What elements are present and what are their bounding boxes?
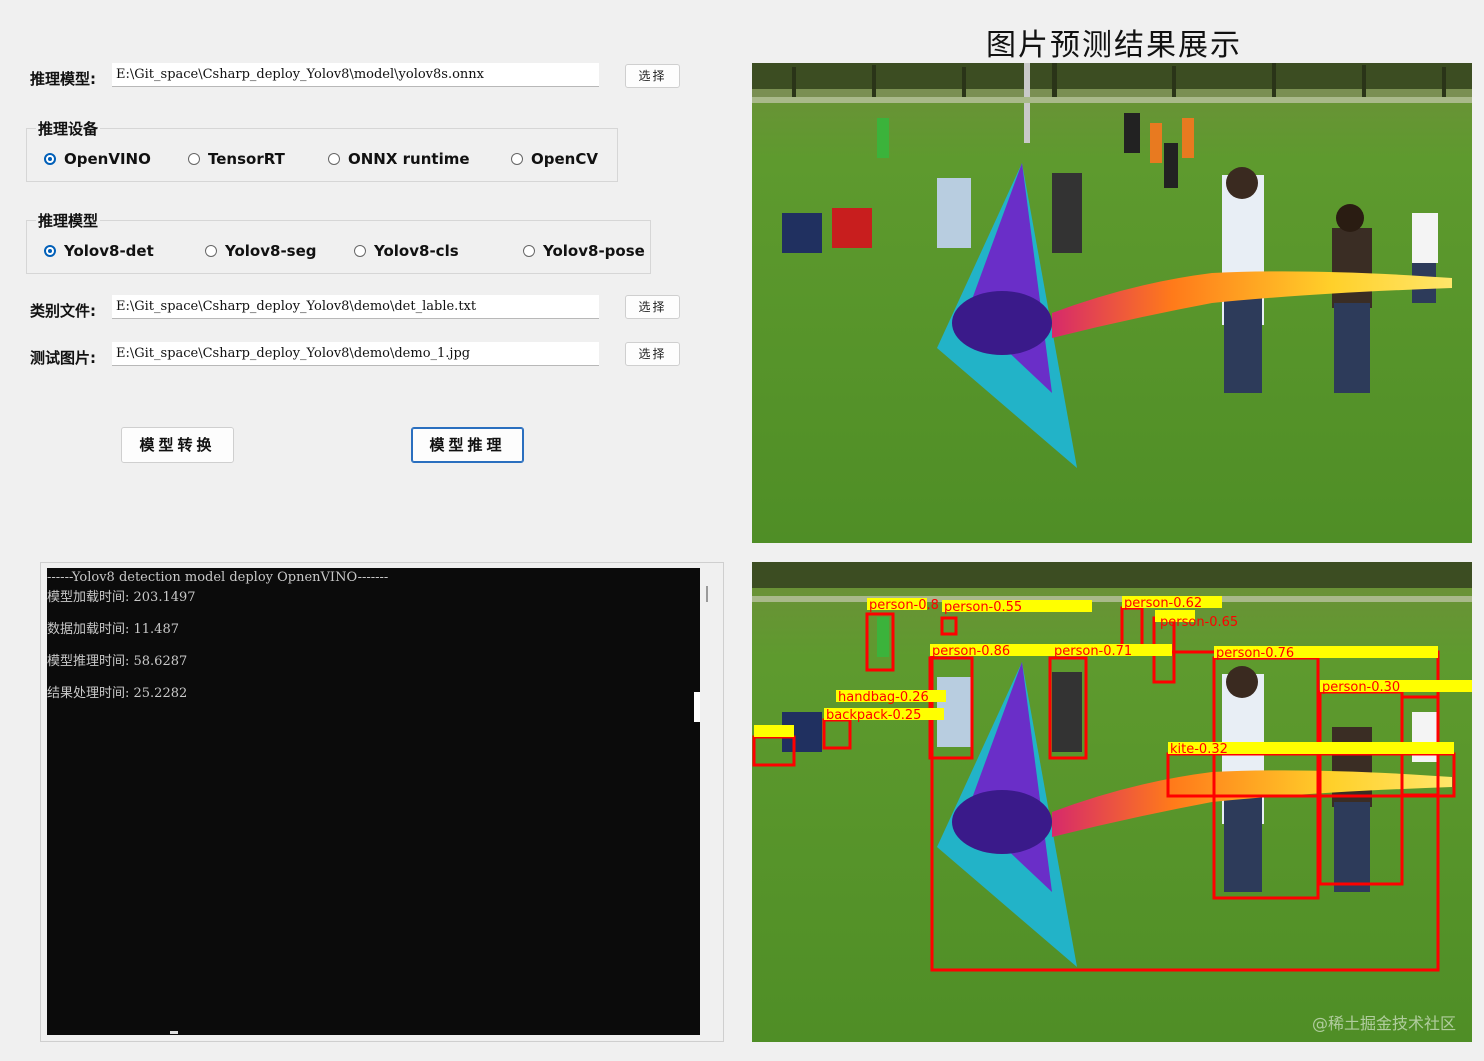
class-file-input[interactable]: E:\Git_space\Csharp_deploy_Yolov8\demo\d… bbox=[112, 295, 599, 319]
model-convert-button[interactable]: 模型转换 bbox=[121, 427, 234, 463]
radio-unchecked-icon bbox=[205, 245, 217, 257]
result-title: 图片预测结果展示 bbox=[986, 28, 1242, 63]
device-group-title: 推理设备 bbox=[36, 118, 101, 139]
watermark: @稀土掘金技术社区 bbox=[1311, 1014, 1456, 1033]
radio-label: OpenVINO bbox=[64, 150, 151, 168]
radio-opencv[interactable]: OpenCV bbox=[511, 150, 598, 168]
radio-label: Yolov8-det bbox=[64, 242, 154, 260]
det-label-text: handbag-0.26 bbox=[838, 690, 929, 705]
det-label-text: kite-0.32 bbox=[1170, 742, 1228, 757]
console-output: ------Yolov8 detection model deploy Opne… bbox=[47, 568, 700, 1035]
console-scrollbar-thumb[interactable] bbox=[706, 586, 708, 602]
radio-label: Yolov8-seg bbox=[225, 242, 317, 260]
det-label-text: person-0.62 bbox=[1124, 596, 1202, 611]
class-file-label: 类别文件: bbox=[30, 302, 96, 320]
select-class-file-button[interactable]: 选择 bbox=[625, 295, 680, 319]
model-infer-button[interactable]: 模型推理 bbox=[411, 427, 524, 463]
model-path-label: 推理模型: bbox=[30, 70, 96, 88]
det-label-text: person-0.8 bbox=[869, 598, 939, 613]
radio-label: ONNX runtime bbox=[348, 150, 470, 168]
console-cursor bbox=[170, 1031, 178, 1034]
select-model-button[interactable]: 选择 bbox=[625, 64, 680, 88]
model-type-group-title: 推理模型 bbox=[36, 210, 101, 231]
radio-onnx-runtime[interactable]: ONNX runtime bbox=[328, 150, 470, 168]
test-image-label: 测试图片: bbox=[30, 349, 96, 367]
radio-unchecked-icon bbox=[188, 153, 200, 165]
radio-unchecked-icon bbox=[511, 153, 523, 165]
original-image bbox=[752, 63, 1472, 543]
radio-yolov8-pose[interactable]: Yolov8-pose bbox=[523, 242, 645, 260]
radio-unchecked-icon bbox=[523, 245, 535, 257]
result-image: person-0.76 kite-0.32 person-0.86 person… bbox=[752, 562, 1472, 1042]
test-image-input[interactable]: E:\Git_space\Csharp_deploy_Yolov8\demo\d… bbox=[112, 342, 599, 366]
radio-unchecked-icon bbox=[354, 245, 366, 257]
model-path-input[interactable]: E:\Git_space\Csharp_deploy_Yolov8\model\… bbox=[112, 63, 599, 87]
radio-openvino[interactable]: OpenVINO bbox=[44, 150, 151, 168]
radio-yolov8-seg[interactable]: Yolov8-seg bbox=[205, 242, 317, 260]
radio-unchecked-icon bbox=[328, 153, 340, 165]
det-label-text: person-0.76 bbox=[1216, 646, 1294, 661]
console-caret-marker bbox=[694, 692, 700, 722]
det-label-text: person-0.86 bbox=[932, 644, 1010, 659]
select-test-image-button[interactable]: 选择 bbox=[625, 342, 680, 366]
det-label-text: person-0.55 bbox=[944, 600, 1022, 615]
radio-label: OpenCV bbox=[531, 150, 598, 168]
det-label-text: person-0.71 bbox=[1054, 644, 1132, 659]
radio-label: TensorRT bbox=[208, 150, 285, 168]
radio-yolov8-det[interactable]: Yolov8-det bbox=[44, 242, 154, 260]
radio-checked-icon bbox=[44, 153, 56, 165]
det-label-text: person-0.65 bbox=[1160, 615, 1238, 630]
radio-label: Yolov8-pose bbox=[543, 242, 645, 260]
radio-tensorrt[interactable]: TensorRT bbox=[188, 150, 285, 168]
det-label-text: backpack-0.25 bbox=[826, 708, 921, 723]
console-line: 模型推理时间: 58.6287 bbox=[47, 654, 188, 669]
radio-label: Yolov8-cls bbox=[374, 242, 459, 260]
console-line: 结果处理时间: 25.2282 bbox=[47, 686, 188, 701]
det-label-text: person-0.30 bbox=[1322, 680, 1400, 695]
console-line: 数据加载时间: 11.487 bbox=[47, 622, 179, 637]
radio-yolov8-cls[interactable]: Yolov8-cls bbox=[354, 242, 459, 260]
console-line: ------Yolov8 detection model deploy Opne… bbox=[47, 570, 389, 585]
console-line: 模型加载时间: 203.1497 bbox=[47, 590, 196, 605]
radio-checked-icon bbox=[44, 245, 56, 257]
